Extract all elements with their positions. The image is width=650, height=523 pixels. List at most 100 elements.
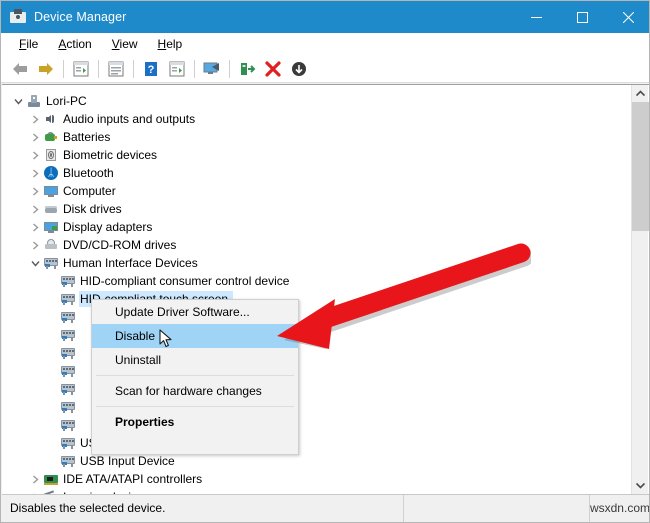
tree-item-dvd-cd-rom-drives[interactable]: DVD/CD-ROM drives — [2, 236, 630, 254]
hid-icon — [60, 345, 76, 361]
menu-bar: File Action View Help — [1, 33, 649, 55]
scrollbar-thumb[interactable] — [632, 102, 649, 231]
hid-icon — [60, 363, 76, 379]
menu-action[interactable]: Action — [48, 33, 101, 55]
tree-item-bluetooth[interactable]: ᛦ Bluetooth — [2, 164, 630, 182]
window-controls — [513, 1, 649, 33]
context-menu-item-disable[interactable]: Disable — [92, 324, 298, 348]
minimize-button[interactable] — [513, 1, 559, 33]
tree-item-hid-compliant-consumer-control-device[interactable]: HID-compliant consumer control device — [2, 272, 630, 290]
back-icon[interactable] — [7, 57, 33, 81]
context-menu-separator — [96, 375, 294, 376]
menu-action-rest: ction — [66, 36, 92, 51]
chevron-down-icon[interactable] — [27, 255, 43, 271]
device-manager-icon — [10, 9, 26, 25]
menu-file-rest: ile — [26, 36, 39, 51]
tree-item-label: IDE ATA/ATAPI controllers — [63, 472, 203, 486]
menu-file[interactable]: File — [9, 33, 48, 55]
tree-item-disk-drives[interactable]: Disk drives — [2, 200, 630, 218]
tree-item-label: Biometric devices — [63, 148, 158, 162]
svg-text:?: ? — [148, 64, 155, 76]
tree-item-label: Disk drives — [63, 202, 122, 216]
update-driver-software-icon[interactable] — [234, 57, 260, 81]
tree-item-audio-inputs-and-outputs[interactable]: Audio inputs and outputs — [2, 110, 630, 128]
chevron-right-icon[interactable] — [27, 111, 43, 127]
tree-item-label: Bluetooth — [63, 166, 114, 180]
scroll-up-button[interactable] — [632, 85, 649, 102]
scan-for-hardware-changes-icon[interactable] — [199, 57, 225, 81]
tree-item-computer[interactable]: Computer — [2, 182, 630, 200]
context-menu-item-label: Update Driver Software... — [115, 305, 250, 319]
context-menu[interactable]: Update Driver Software... Disable Uninstal… — [91, 299, 299, 455]
context-menu-item-update-driver-software[interactable]: Update Driver Software... — [92, 300, 298, 324]
hid-icon — [60, 453, 76, 469]
tree-item-lori-pc[interactable]: Lori-PC — [2, 92, 630, 110]
menu-view-accel: V — [111, 36, 120, 51]
vertical-scrollbar[interactable] — [631, 85, 649, 494]
hid-icon — [60, 435, 76, 451]
uninstall-device-icon[interactable] — [260, 57, 286, 81]
status-separator-1 — [403, 494, 405, 522]
properties-icon[interactable] — [103, 57, 129, 81]
tree-item-label: DVD/CD-ROM drives — [63, 238, 177, 252]
chevron-right-icon[interactable] — [27, 147, 43, 163]
hid-icon — [60, 327, 76, 343]
title-bar: Device Manager — [1, 1, 649, 33]
close-button[interactable] — [605, 1, 649, 33]
chevron-right-icon[interactable] — [27, 237, 43, 253]
show-hide-action-pane-icon[interactable] — [164, 57, 190, 81]
context-menu-item-label: Uninstall — [115, 353, 162, 367]
fingerprint-icon — [43, 147, 59, 163]
tree-item-biometric-devices[interactable]: Biometric devices — [2, 146, 630, 164]
chevron-right-icon[interactable] — [27, 471, 43, 487]
menu-view-rest: iew — [119, 36, 138, 51]
menu-view[interactable]: View — [102, 33, 148, 55]
hid-icon — [60, 399, 76, 415]
scroll-down-button[interactable] — [632, 477, 649, 494]
disable-device-icon[interactable] — [286, 57, 312, 81]
hid-icon — [60, 417, 76, 433]
chevron-down-icon[interactable] — [10, 93, 26, 109]
toolbar-separator-4 — [194, 59, 195, 78]
menu-help-accel: H — [157, 36, 167, 51]
chevron-right-icon[interactable] — [27, 129, 43, 145]
context-menu-item-label: Disable — [115, 329, 156, 343]
help-icon[interactable]: ? — [138, 57, 164, 81]
chevron-right-icon[interactable] — [27, 201, 43, 217]
hid-icon — [43, 255, 59, 271]
forward-icon[interactable] — [33, 57, 59, 81]
context-menu-item-scan-for-hardware-changes[interactable]: Scan for hardware changes — [92, 379, 298, 403]
tree-item-label: HID-compliant consumer control device — [80, 274, 290, 288]
tree-item-label: Human Interface Devices — [63, 256, 198, 270]
menu-help[interactable]: Help — [148, 33, 193, 55]
tree-item-label: USB Input Device — [80, 454, 175, 468]
tree-item-batteries[interactable]: Batteries — [2, 128, 630, 146]
chevron-right-icon[interactable] — [27, 165, 43, 181]
tree-item-label: Display adapters — [63, 220, 153, 234]
disk-drive-icon — [43, 201, 59, 217]
context-menu-item-properties[interactable]: Properties — [92, 410, 298, 434]
chevron-right-icon[interactable] — [27, 183, 43, 199]
tree-item-label: Batteries — [63, 130, 111, 144]
display-adapter-icon — [43, 219, 59, 235]
tree-item-label: Computer — [63, 184, 116, 198]
menu-help-rest: elp — [166, 36, 183, 51]
chevron-right-icon[interactable] — [27, 219, 43, 235]
tree-item-human-interface-devices[interactable]: Human Interface Devices — [2, 254, 630, 272]
context-menu-item-uninstall[interactable]: Uninstall — [92, 348, 298, 372]
context-menu-item-label: Properties — [115, 415, 175, 429]
tree-item-ide-ata-atapi-controllers[interactable]: IDE ATA/ATAPI controllers — [2, 470, 630, 488]
maximize-button[interactable] — [559, 1, 605, 33]
tree-item-display-adapters[interactable]: Display adapters — [2, 218, 630, 236]
toolbar-separator-2 — [98, 59, 99, 78]
show-hide-console-tree-icon[interactable] — [68, 57, 94, 81]
computer-root-icon — [26, 93, 42, 109]
hid-icon — [60, 381, 76, 397]
tree-item-label: Audio inputs and outputs — [63, 112, 196, 126]
